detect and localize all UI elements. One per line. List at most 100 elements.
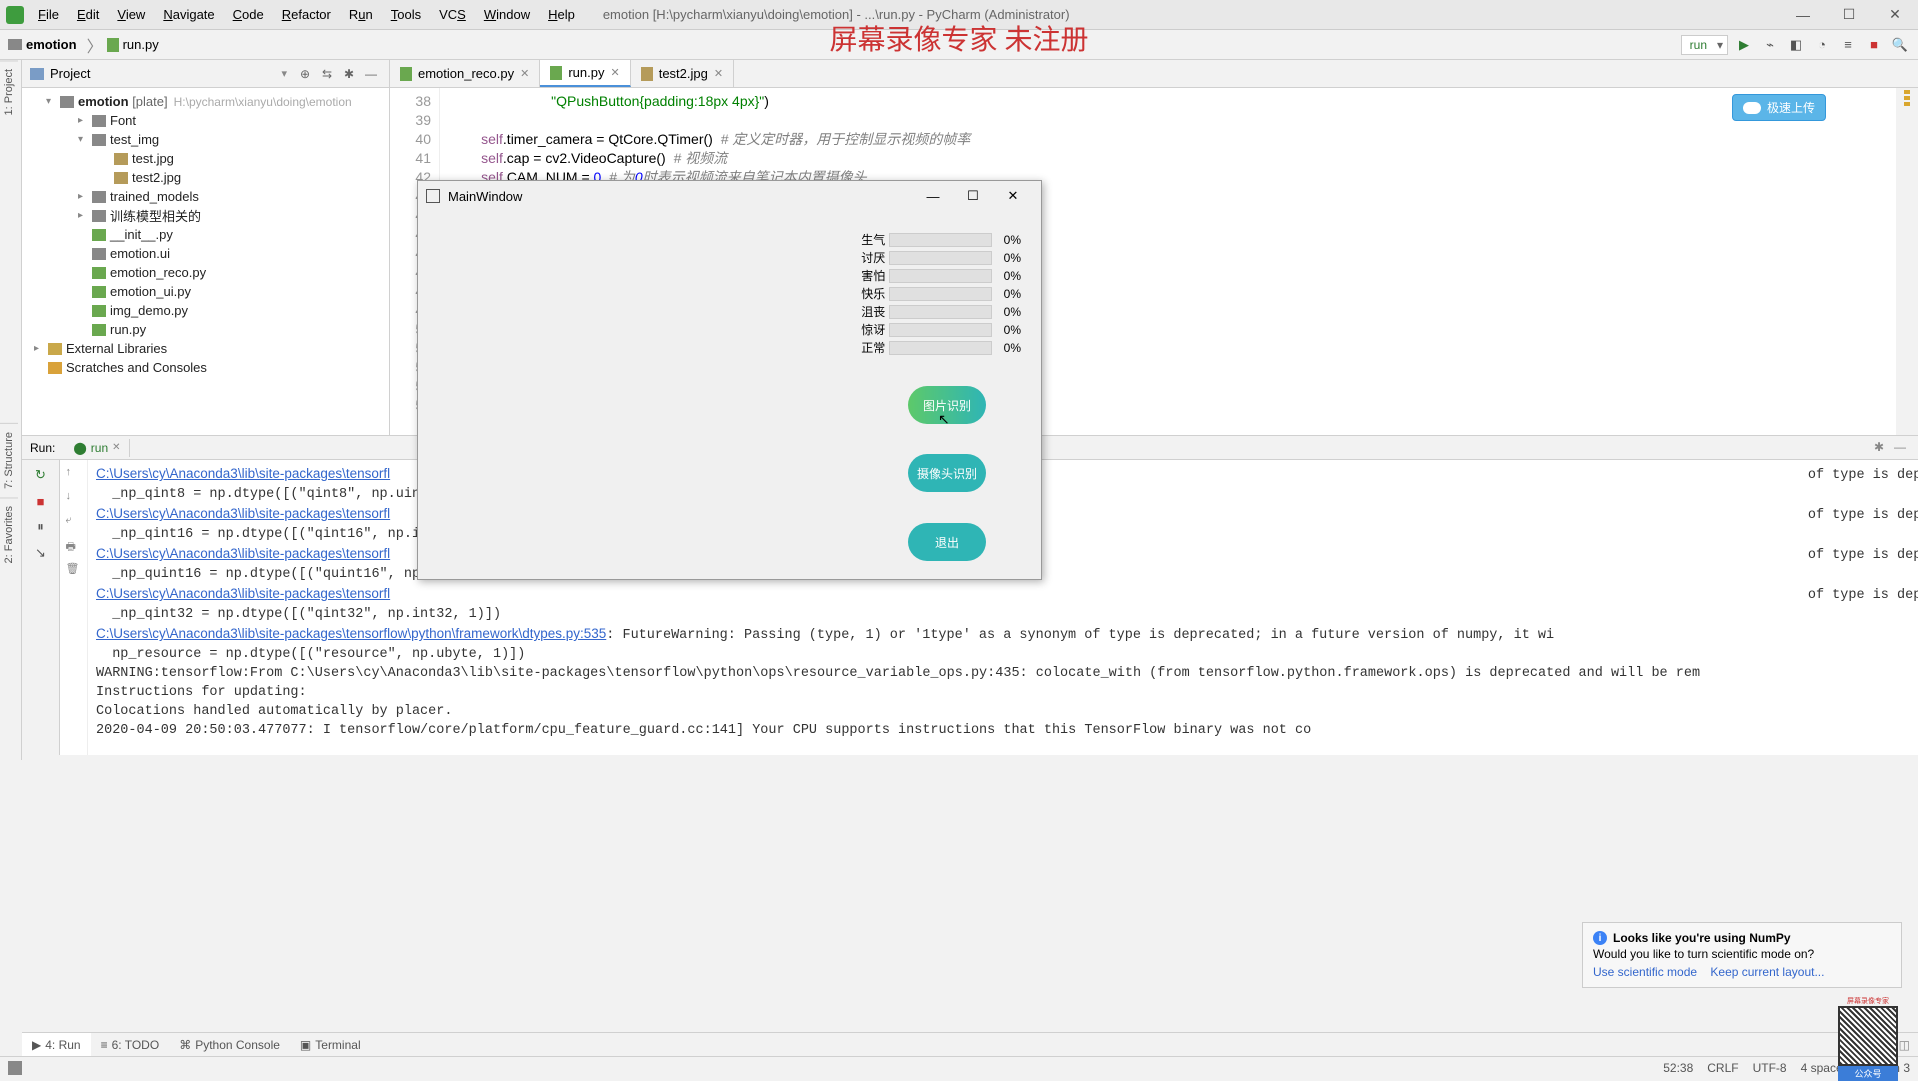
tree-item[interactable]: test.jpg (22, 149, 389, 168)
camera-recognize-button[interactable]: 摄像头识别 (908, 454, 986, 492)
settings-icon[interactable]: ✱ (1874, 440, 1890, 456)
status-icon[interactable] (8, 1061, 22, 1075)
event-log-icon[interactable]: ◫ (1899, 1038, 1918, 1052)
menu-vcs[interactable]: VCS (431, 3, 474, 26)
tree-item[interactable]: run.py (22, 320, 389, 339)
menu-run[interactable]: Run (341, 3, 381, 26)
run-config-selector[interactable]: run (1681, 35, 1728, 55)
bottom-tab-terminal[interactable]: ▣ Terminal (290, 1033, 371, 1056)
profile-button[interactable]: ◔ (1812, 35, 1832, 55)
titlebar: File Edit View Navigate Code Refactor Ru… (0, 0, 1918, 30)
rerun-button[interactable]: ↻ (32, 466, 50, 484)
maximize-button[interactable]: ☐ (1826, 0, 1872, 30)
close-tab-icon[interactable]: ✕ (520, 67, 529, 80)
window-controls: — ☐ ✕ (1780, 0, 1918, 30)
tree-item[interactable]: emotion_reco.py (22, 263, 389, 282)
left-tab-favorites[interactable]: 2: Favorites (0, 497, 18, 571)
emotion-percent: 0% (996, 341, 1022, 355)
breadcrumb-file[interactable]: run.py (123, 37, 159, 52)
run-button[interactable]: ▶ (1734, 35, 1754, 55)
editor-tab[interactable]: run.py✕ (540, 60, 630, 87)
tree-root[interactable]: ▾ emotion [plate] H:\pycharm\xianyu\doin… (22, 92, 389, 111)
caret-position[interactable]: 52:38 (1663, 1061, 1693, 1075)
trash-button[interactable]: 🗑 (66, 562, 82, 578)
settings-icon[interactable]: ✱ (339, 64, 359, 84)
window-title-path: emotion [H:\pycharm\xianyu\doing\emotion… (603, 7, 1070, 22)
run-toolbar-2: ↑ ↓ ⤶ 🖶 🗑 (60, 436, 88, 755)
stop-button[interactable]: ■ (32, 492, 50, 510)
tree-scratches[interactable]: Scratches and Consoles (22, 358, 389, 377)
tree-item[interactable]: __init__.py (22, 225, 389, 244)
hide-button[interactable]: — (361, 64, 381, 84)
tree-item[interactable]: ▸训练模型相关的 (22, 206, 389, 225)
popup-close-button[interactable]: ✕ (993, 183, 1033, 209)
close-tab-icon[interactable]: ✕ (714, 67, 723, 80)
debug-button[interactable]: ⌁ (1760, 35, 1780, 55)
popup-minimize-button[interactable]: — (913, 183, 953, 209)
emotion-row: 生气0% (858, 231, 1021, 248)
bottom-tool-tabs: ▶ 4: Run ≡ 6: TODO ⌘ Python Console ▣ Te… (22, 1032, 1918, 1056)
left-tab-project[interactable]: 1: Project (0, 60, 18, 123)
menu-refactor[interactable]: Refactor (274, 3, 339, 26)
tree-item[interactable]: ▾test_img (22, 130, 389, 149)
locate-button[interactable]: ⊕ (295, 64, 315, 84)
wrap-button[interactable]: ⤶ (66, 514, 82, 530)
emotion-row: 害怕0% (858, 267, 1021, 284)
dropdown-icon[interactable]: ▾ (281, 67, 287, 80)
exit-button[interactable]: 退出 (908, 523, 986, 561)
pause-button[interactable]: ⏸ (32, 518, 50, 536)
bottom-tab-console[interactable]: ⌘ Python Console (169, 1033, 290, 1056)
file-encoding[interactable]: UTF-8 (1753, 1061, 1787, 1075)
editor-tab[interactable]: emotion_reco.py✕ (390, 60, 540, 87)
menu-tools[interactable]: Tools (383, 3, 429, 26)
close-tab-icon[interactable]: ✕ (112, 442, 120, 453)
hide-icon[interactable]: — (1894, 440, 1910, 456)
qr-bottom-label: 公众号 (1838, 1066, 1898, 1081)
collapse-button[interactable]: ⇆ (317, 64, 337, 84)
emotion-progress-bar (889, 305, 991, 319)
concurrency-button[interactable]: ≡ (1838, 35, 1858, 55)
keep-layout-link[interactable]: Keep current layout... (1710, 965, 1824, 979)
close-button[interactable]: ✕ (1872, 0, 1918, 30)
stop-button[interactable]: ■ (1864, 35, 1884, 55)
use-scientific-link[interactable]: Use scientific mode (1593, 965, 1697, 979)
close-tab-icon[interactable]: ✕ (610, 66, 619, 79)
bottom-tab-run[interactable]: ▶ 4: Run (22, 1033, 91, 1056)
tree-item[interactable]: emotion_ui.py (22, 282, 389, 301)
menu-file[interactable]: File (30, 3, 67, 26)
tree-item[interactable]: ▸trained_models (22, 187, 389, 206)
tree-item[interactable]: img_demo.py (22, 301, 389, 320)
breadcrumb-project[interactable]: emotion (26, 37, 77, 52)
editor-tab[interactable]: test2.jpg✕ (631, 60, 734, 87)
exit-button[interactable]: ↘ (32, 544, 50, 562)
emotion-progress-bar (889, 341, 991, 355)
menu-navigate[interactable]: Navigate (155, 3, 222, 26)
menu-window[interactable]: Window (476, 3, 538, 26)
popup-maximize-button[interactable]: ☐ (953, 183, 993, 209)
tree-item[interactable]: ▸Font (22, 111, 389, 130)
run-toolbar-left: ↻ ■ ⏸ ↘ (22, 436, 60, 755)
coverage-button[interactable]: ◧ (1786, 35, 1806, 55)
menu-help[interactable]: Help (540, 3, 583, 26)
up-button[interactable]: ↑ (66, 466, 82, 482)
upload-badge[interactable]: 极速上传 (1732, 94, 1826, 121)
menu-edit[interactable]: Edit (69, 3, 107, 26)
line-separator[interactable]: CRLF (1707, 1061, 1738, 1075)
numpy-notification: i Looks like you're using NumPy Would yo… (1582, 922, 1902, 988)
bottom-tab-todo[interactable]: ≡ 6: TODO (91, 1033, 170, 1056)
down-button[interactable]: ↓ (66, 490, 82, 506)
left-tab-structure[interactable]: 7: Structure (0, 423, 18, 497)
tree-item[interactable]: emotion.ui (22, 244, 389, 263)
print-button[interactable]: 🖶 (66, 538, 82, 554)
tree-external-libs[interactable]: ▸ External Libraries (22, 339, 389, 358)
emotion-row: 快乐0% (858, 285, 1021, 302)
emotion-row: 惊讶0% (858, 321, 1021, 338)
menu-code[interactable]: Code (225, 3, 272, 26)
emotion-label: 害怕 (858, 267, 885, 284)
run-tab[interactable]: ⬤ run ✕ (65, 439, 129, 457)
project-tree[interactable]: ▾ emotion [plate] H:\pycharm\xianyu\doin… (22, 88, 389, 435)
minimize-button[interactable]: — (1780, 0, 1826, 30)
search-everywhere-button[interactable]: 🔍 (1890, 35, 1910, 55)
menu-view[interactable]: View (109, 3, 153, 26)
tree-item[interactable]: test2.jpg (22, 168, 389, 187)
